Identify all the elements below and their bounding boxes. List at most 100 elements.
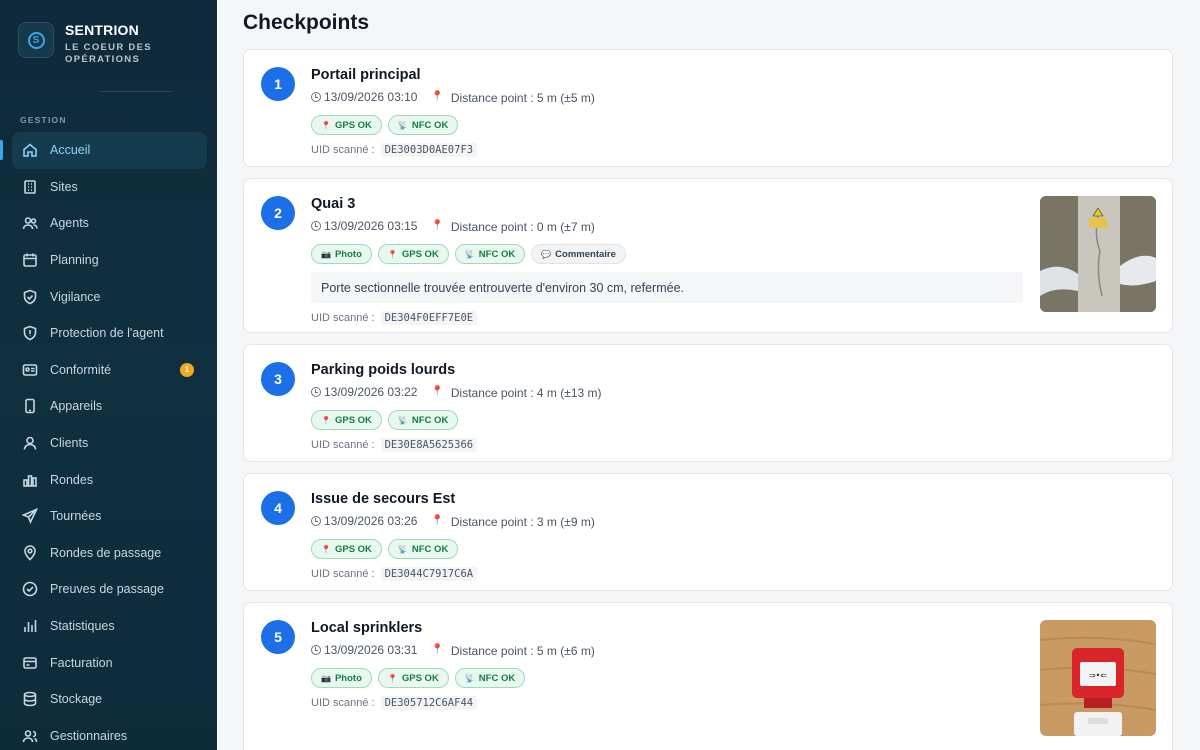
phone-icon	[22, 398, 38, 414]
sidebar-item-label: Stockage	[50, 692, 103, 707]
checkpoint-comment: Porte sectionnelle trouvée entrouverte d…	[311, 272, 1023, 303]
contact-icon	[22, 435, 38, 451]
checkpoint-photo[interactable]: ⇒•⇐	[1040, 620, 1156, 736]
shield-check-icon	[22, 289, 38, 305]
sidebar-item-planning[interactable]: Planning	[12, 242, 207, 279]
checkpoint-number: 2	[261, 196, 295, 230]
checkpoint-time: 13/09/2026 03:22	[324, 384, 418, 399]
pin-icon: 📍	[431, 515, 444, 526]
pin-icon: 📍	[387, 673, 398, 683]
sidebar-item-preuves-de-passage[interactable]: Preuves de passage	[12, 571, 207, 608]
sidebar-item-label: Conformité	[50, 362, 112, 377]
calendar-icon	[22, 252, 38, 268]
divider	[100, 91, 172, 92]
sidebar-item-statistiques[interactable]: Statistiques	[12, 608, 207, 645]
checkpoint-card[interactable]: 4 Issue de secours Est 13/09/2026 03:26 …	[243, 473, 1173, 591]
sidebar: S SENTRION LE COEUR DES OPÉRATIONS GESTI…	[0, 0, 217, 750]
clock-icon	[311, 220, 321, 231]
uid-value: DE305712C6AF44	[380, 696, 478, 710]
pin-icon: 📍	[321, 120, 331, 130]
checkpoint-number: 5	[261, 620, 295, 654]
uid-label: UID scanné :	[311, 144, 375, 156]
photo-badge: 📷 Photo	[311, 244, 372, 264]
sidebar-item-accueil[interactable]: Accueil	[0, 132, 207, 169]
database-icon	[22, 691, 38, 707]
managers-icon	[22, 728, 38, 744]
gps-ok-badge: 📍 GPS OK	[311, 539, 382, 559]
sidebar-item-protection-agent[interactable]: Protection de l'agent	[12, 315, 207, 352]
sidebar-item-vigilance[interactable]: Vigilance	[12, 278, 207, 315]
nfc-ok-badge: 📡 NFC OK	[454, 244, 526, 264]
checkpoint-distance: Distance point : 3 m (±9 m)	[450, 515, 595, 529]
clock-icon	[311, 515, 321, 526]
brand[interactable]: S SENTRION LE COEUR DES OPÉRATIONS	[18, 22, 165, 66]
check-circle-icon	[22, 581, 38, 597]
sidebar-item-label: Facturation	[50, 655, 113, 670]
photo-badge: 📷 Photo	[311, 668, 372, 688]
pin-icon: 📍	[321, 544, 331, 554]
checkpoint-title: Issue de secours Est	[311, 491, 456, 507]
section-label-gestion: GESTION	[20, 115, 67, 125]
nfc-ok-badge: 📡 NFC OK	[387, 410, 459, 430]
svg-text:⇒•⇐: ⇒•⇐	[1089, 671, 1107, 680]
stats-icon	[22, 618, 38, 634]
users-icon	[22, 215, 38, 231]
sidebar-item-rondes-de-passage[interactable]: Rondes de passage	[12, 535, 207, 572]
uid-label: UID scanné :	[311, 439, 375, 451]
checkpoint-card[interactable]: 2 Quai 3 13/09/2026 03:15 📍 Distance poi…	[243, 178, 1173, 333]
checkpoint-time: 13/09/2026 03:31	[324, 642, 418, 657]
sidebar-item-facturation[interactable]: Facturation	[12, 644, 207, 681]
nfc-icon: 📡	[464, 249, 475, 259]
sidebar-item-appareils[interactable]: Appareils	[12, 388, 207, 425]
sidebar-item-label: Preuves de passage	[50, 582, 164, 597]
sidebar-item-conformite[interactable]: Conformité 1	[12, 352, 207, 389]
sidebar-item-clients[interactable]: Clients	[12, 425, 207, 462]
send-icon	[21, 508, 39, 525]
clock-icon	[311, 386, 321, 397]
logo-icon: S	[18, 22, 54, 58]
checkpoint-number: 1	[261, 67, 295, 101]
checkpoint-number: 4	[261, 491, 295, 525]
page-title: Checkpoints	[243, 11, 370, 34]
uid-label: UID scanné :	[311, 312, 375, 324]
uid-label: UID scanné :	[311, 697, 375, 709]
gps-ok-badge: 📍 GPS OK	[377, 668, 449, 688]
invoice-icon	[22, 655, 38, 671]
notification-badge: 1	[180, 362, 194, 377]
camera-icon: 📷	[321, 249, 331, 259]
shield-icon	[22, 325, 38, 341]
map-pin-icon	[22, 545, 38, 561]
sidebar-item-label: Planning	[50, 253, 99, 268]
checkpoint-card[interactable]: 3 Parking poids lourds 13/09/2026 03:22 …	[243, 344, 1173, 462]
gps-ok-badge: 📍 GPS OK	[311, 115, 382, 135]
checkpoint-card[interactable]: 5 Local sprinklers 13/09/2026 03:31 📍 Di…	[243, 602, 1173, 750]
brand-name: SENTRION	[65, 22, 139, 38]
pin-icon: 📍	[431, 220, 444, 231]
sidebar-item-label: Clients	[50, 436, 89, 451]
sidebar-item-rondes[interactable]: Rondes	[12, 461, 207, 498]
sidebar-item-agents[interactable]: Agents	[12, 205, 207, 242]
sidebar-item-label: Protection de l'agent	[50, 326, 164, 341]
camera-icon: 📷	[321, 673, 331, 683]
nfc-icon: 📡	[397, 544, 408, 554]
checkpoint-card[interactable]: 1 Portail principal 13/09/2026 03:10 📍 D…	[243, 49, 1173, 167]
sidebar-item-stockage[interactable]: Stockage	[12, 681, 207, 718]
sidebar-item-gestionnaires[interactable]: Gestionnaires	[12, 718, 207, 750]
pin-icon: 📍	[321, 415, 331, 425]
sidebar-item-label: Rondes	[50, 472, 94, 487]
sidebar-item-tournees[interactable]: Tournées	[12, 498, 207, 535]
sidebar-item-sites[interactable]: Sites	[12, 169, 207, 206]
nfc-icon: 📡	[464, 673, 475, 683]
checkpoint-photo[interactable]	[1040, 196, 1156, 312]
sidebar-item-label: Rondes de passage	[50, 545, 162, 560]
uid-value: DE3044C7917C6A	[380, 567, 478, 581]
clock-icon	[311, 91, 321, 102]
sidebar-item-label: Vigilance	[50, 289, 101, 304]
sidebar-item-label: Accueil	[50, 143, 91, 158]
comment-icon: 💬	[541, 249, 552, 259]
sidebar-nav: Accueil Sites Agents Planning Vigilance …	[0, 132, 207, 750]
checkpoint-distance: Distance point : 5 m (±5 m)	[450, 91, 595, 105]
nfc-ok-badge: 📡 NFC OK	[387, 539, 459, 559]
sidebar-item-label: Sites	[50, 179, 78, 194]
pin-icon: 📍	[431, 386, 444, 397]
